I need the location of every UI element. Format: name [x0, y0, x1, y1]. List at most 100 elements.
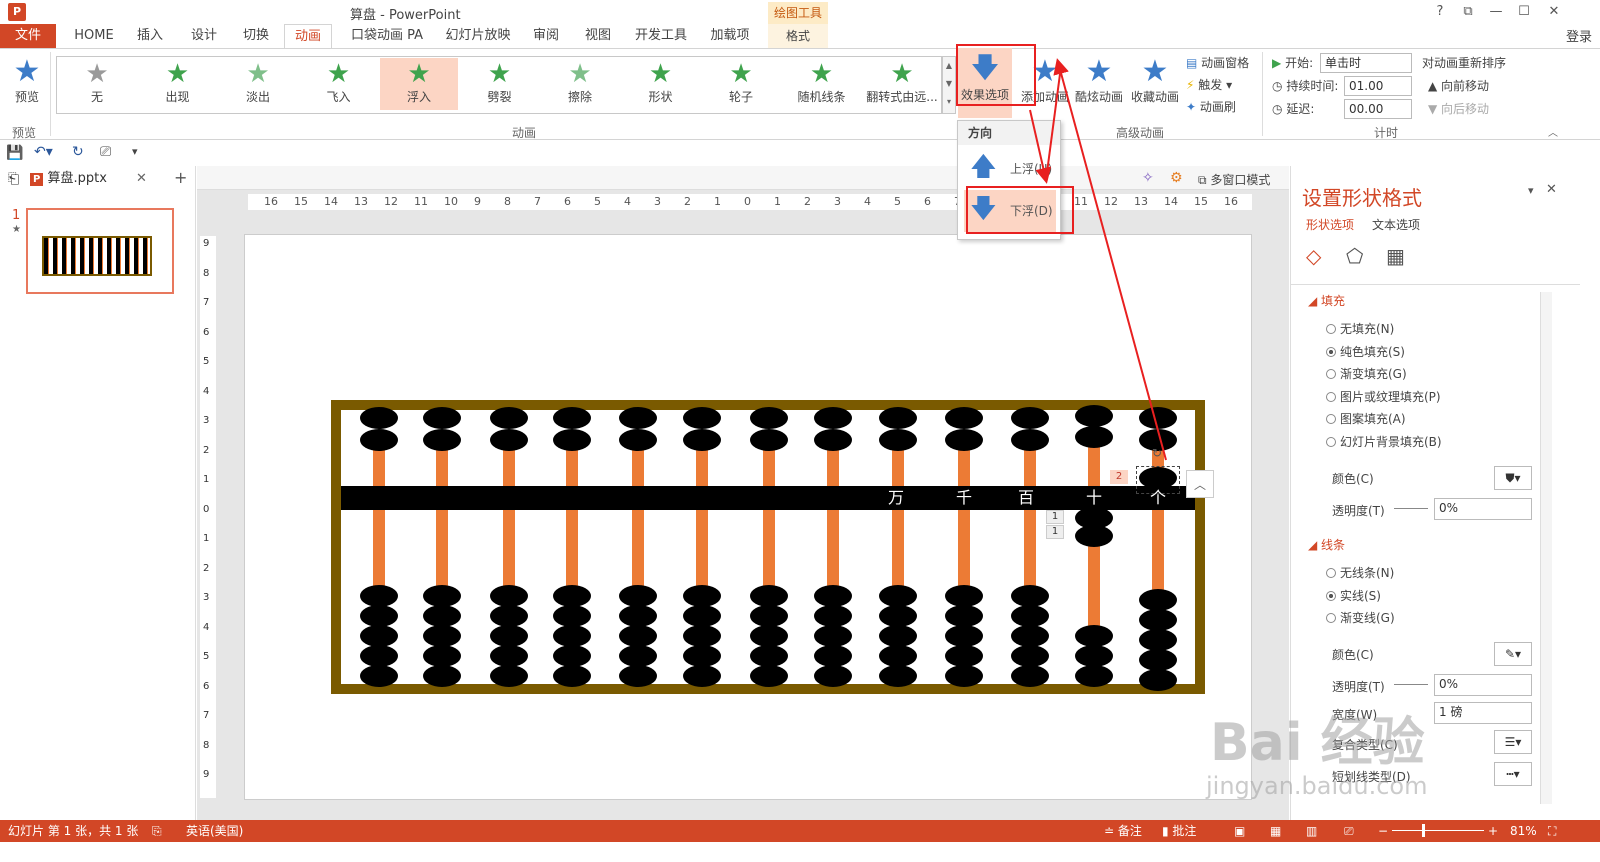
- close-window-button[interactable]: ✕: [1542, 2, 1566, 22]
- abacus-bead[interactable]: [945, 625, 983, 647]
- dash-type-select[interactable]: ┅▾: [1494, 762, 1532, 786]
- tab-insert[interactable]: 插入: [128, 24, 172, 48]
- abacus-bead[interactable]: [750, 645, 788, 667]
- abacus-bead[interactable]: [750, 665, 788, 687]
- animation-effect-shape[interactable]: ★ 形状: [622, 58, 700, 110]
- abacus-bead[interactable]: [360, 665, 398, 687]
- abacus-bead[interactable]: [619, 645, 657, 667]
- collapse-ribbon-icon[interactable]: ︿: [1548, 124, 1558, 139]
- magic-wand-icon[interactable]: ✧: [1142, 170, 1154, 186]
- file-history-icon[interactable]: ⎗: [8, 168, 19, 190]
- abacus-bead[interactable]: [490, 625, 528, 647]
- animation-effect-float-in[interactable]: ★ 浮入: [380, 58, 458, 110]
- cool-animation-button[interactable]: ★ 酷炫动画: [1072, 52, 1126, 122]
- abacus-bead[interactable]: [553, 665, 591, 687]
- animation-effect-grow-turn[interactable]: ★ 翻转式由远...: [863, 58, 941, 110]
- abacus-bead[interactable]: [814, 645, 852, 667]
- abacus-bead[interactable]: [879, 665, 917, 687]
- reading-view-icon[interactable]: ▥: [1306, 820, 1317, 842]
- collect-animation-button[interactable]: ★ 收藏动画: [1128, 52, 1182, 122]
- line-section-header[interactable]: ◢ 线条: [1308, 536, 1345, 553]
- abacus-bead[interactable]: [1139, 649, 1177, 671]
- fit-to-window-icon[interactable]: ⛶: [1548, 820, 1556, 842]
- slide-sorter-icon[interactable]: ▦: [1270, 820, 1281, 842]
- abacus-bead[interactable]: [1075, 625, 1113, 647]
- animation-tag[interactable]: 1: [1046, 510, 1064, 524]
- delay-input[interactable]: 00.00: [1344, 99, 1412, 119]
- radio-button[interactable]: [1326, 437, 1336, 447]
- normal-view-icon[interactable]: ▣: [1234, 820, 1245, 842]
- abacus-bead[interactable]: [683, 625, 721, 647]
- abacus-bead[interactable]: [879, 605, 917, 627]
- animation-pane-button[interactable]: ▤ 动画窗格: [1186, 52, 1249, 74]
- abacus-bead[interactable]: [879, 585, 917, 607]
- duration-input[interactable]: 01.00: [1344, 76, 1412, 96]
- abacus-bead[interactable]: [945, 665, 983, 687]
- fill-option-5[interactable]: 幻灯片背景填充(B): [1326, 433, 1442, 450]
- abacus-bead[interactable]: [1075, 665, 1113, 687]
- language-indicator[interactable]: 英语(美国): [186, 820, 243, 842]
- tab-slideshow[interactable]: 幻灯片放映: [440, 24, 516, 48]
- abacus-bead[interactable]: [553, 605, 591, 627]
- line-width-input[interactable]: 1 磅: [1434, 702, 1532, 724]
- effects-pentagon-icon[interactable]: ⬠: [1346, 244, 1363, 268]
- preview-button[interactable]: ★ 预览: [0, 52, 54, 122]
- radio-button[interactable]: [1326, 391, 1336, 402]
- abacus-bead[interactable]: [553, 645, 591, 667]
- ribbon-display-icon[interactable]: ⧉: [1456, 2, 1480, 22]
- abacus-bead[interactable]: [423, 585, 461, 607]
- fill-option-2[interactable]: 渐变填充(G): [1326, 365, 1407, 382]
- tab-text-options[interactable]: 文本选项: [1372, 216, 1420, 233]
- save-icon[interactable]: 💾: [6, 145, 23, 161]
- abacus-bead[interactable]: [423, 407, 461, 429]
- start-select[interactable]: 单击时: [1320, 53, 1412, 73]
- tab-design[interactable]: 设计: [182, 24, 226, 48]
- abacus-bead[interactable]: [360, 625, 398, 647]
- abacus-bead[interactable]: [1075, 525, 1113, 547]
- abacus-bead[interactable]: [1139, 589, 1177, 611]
- abacus-bead[interactable]: [683, 407, 721, 429]
- line-transparency-slider[interactable]: [1394, 684, 1428, 685]
- move-later-button[interactable]: ▼ 向后移动: [1428, 98, 1489, 120]
- abacus-bead[interactable]: [1139, 669, 1177, 691]
- document-tab[interactable]: ⎗ P 算盘.pptx ✕: [8, 168, 150, 190]
- zoom-out-button[interactable]: −: [1378, 820, 1388, 842]
- settings-gear-icon[interactable]: ⚙: [1170, 170, 1183, 186]
- abacus-bead[interactable]: [1139, 629, 1177, 651]
- abacus-bead[interactable]: [814, 429, 852, 451]
- animation-effect-wipe[interactable]: ★ 擦除: [541, 58, 619, 110]
- abacus-beam[interactable]: [341, 486, 1195, 510]
- pane-options-icon[interactable]: ▾: [1528, 184, 1534, 197]
- move-earlier-button[interactable]: ▲ 向前移动: [1428, 75, 1489, 97]
- radio-button[interactable]: [1326, 590, 1336, 601]
- tab-view[interactable]: 视图: [576, 24, 620, 48]
- animation-effect-wheel[interactable]: ★ 轮子: [702, 58, 780, 110]
- tab-addins[interactable]: 加载项: [702, 24, 758, 48]
- abacus-bead[interactable]: [750, 407, 788, 429]
- abacus-bead[interactable]: [1011, 429, 1049, 451]
- radio-button[interactable]: [1326, 414, 1336, 425]
- abacus-bead[interactable]: [619, 665, 657, 687]
- animation-brush-button[interactable]: ✦ 动画刷: [1186, 96, 1236, 118]
- abacus-bead[interactable]: [619, 605, 657, 627]
- collapse-icon[interactable]: ︿: [1186, 470, 1214, 498]
- abacus-bead[interactable]: [683, 645, 721, 667]
- new-tab-icon[interactable]: +: [174, 168, 187, 187]
- line-transparency-input[interactable]: 0%: [1434, 674, 1532, 696]
- abacus-bead[interactable]: [1075, 645, 1113, 667]
- zoom-slider-thumb[interactable]: [1422, 824, 1425, 837]
- comments-button[interactable]: ▮ 批注: [1162, 820, 1196, 842]
- abacus-bead[interactable]: [619, 407, 657, 429]
- slideshow-view-icon[interactable]: ⎚: [1344, 820, 1354, 842]
- abacus-bead[interactable]: [750, 625, 788, 647]
- fill-color-picker[interactable]: ⛊▾: [1494, 466, 1532, 490]
- animation-effect-appear[interactable]: ★ 出现: [139, 58, 217, 110]
- sign-in-link[interactable]: 登录: [1566, 26, 1592, 45]
- tab-file[interactable]: 文件: [0, 24, 56, 48]
- abacus-bead[interactable]: [814, 605, 852, 627]
- spell-check-icon[interactable]: ⎘: [152, 820, 162, 842]
- abacus-bead[interactable]: [814, 625, 852, 647]
- selection-box[interactable]: [1136, 466, 1180, 494]
- animation-effect-random-bars[interactable]: ★ 随机线条: [783, 58, 861, 110]
- line-color-picker[interactable]: ✎▾: [1494, 642, 1532, 666]
